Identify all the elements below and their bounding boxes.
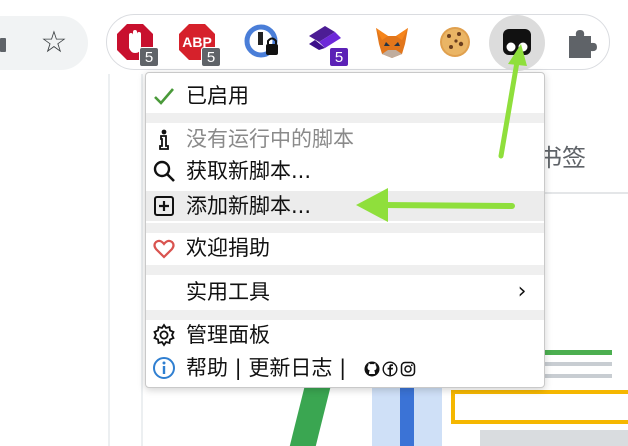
info-icon [153,357,175,379]
menu-item-utilities[interactable]: 实用工具 › [146,277,544,307]
adblock-plus-extension-button[interactable]: ABP 5 [177,22,221,67]
menu-label: 帮助 | 更新日志 | [186,356,347,380]
menu-separator [146,265,544,275]
search-icon [153,160,175,182]
extensions-puzzle-button[interactable] [561,22,601,62]
refresh-lock-icon [244,24,278,58]
menu-label: 没有运行中的脚本 [186,127,354,151]
menu-item-enabled[interactable]: 已启用 [146,81,544,111]
page-rule [540,192,628,194]
layers-badge: 5 [329,47,349,67]
page-illustration-bar [400,384,414,446]
cookie-icon [440,27,470,57]
gear-icon [153,323,175,347]
page-illustration-line [540,362,612,366]
menu-label: 已启用 [186,84,249,108]
script-info-icon [159,129,169,150]
puzzle-icon [569,30,597,58]
page-divider [108,74,110,446]
page-illustration-block [480,430,628,446]
adblock-plus-badge: 5 [201,47,221,67]
menu-item-get-scripts[interactable]: 获取新脚本... [146,156,544,186]
menu-item-no-scripts: 没有运行中的脚本 [146,124,544,154]
page-illustration-line [540,350,612,355]
omnibox-partial-glyph [0,38,6,52]
menu-item-dashboard[interactable]: 管理面板 [146,320,544,350]
menu-label: 获取新脚本... [186,159,312,183]
tampermonkey-extension-button[interactable] [497,22,537,62]
browser-toolbar: ☆ 5 ABP 5 5 [0,0,628,74]
ublock-extension-button[interactable]: 5 [115,22,159,67]
menu-item-donate[interactable]: 欢迎捐助 [146,233,544,263]
page-illustration-frame [451,390,628,424]
page-illustration-line [540,374,612,378]
menu-item-add-script[interactable]: 添加新脚本... [146,191,544,221]
menu-label: 实用工具 [186,280,270,304]
ublock-badge: 5 [139,47,159,67]
heart-icon [153,239,175,259]
metamask-fox-icon [376,28,408,58]
menu-item-help[interactable]: 帮助 | 更新日志 | [146,353,544,383]
layers-extension-button[interactable]: 5 [305,22,349,67]
menu-label: 添加新脚本... [186,194,312,218]
lock-extension-button[interactable] [242,22,282,62]
github-icon[interactable] [364,361,380,377]
bookmarks-text[interactable]: 书签 [538,138,586,173]
metamask-extension-button[interactable] [372,22,412,62]
plus-box-icon [154,196,174,216]
page-divider [141,74,143,446]
menu-label: 欢迎捐助 [186,236,270,260]
menu-separator [146,310,544,320]
menu-separator [146,223,544,233]
cookie-extension-button[interactable] [435,22,475,62]
menu-separator [146,113,544,123]
checkmark-icon [154,88,174,105]
chevron-right-icon: › [517,279,527,304]
facebook-icon[interactable] [382,361,398,377]
instagram-icon[interactable] [400,361,416,377]
tampermonkey-popup-menu: 已启用 没有运行中的脚本 获取新脚本... 添加新脚本... 欢迎捐助 实用工具 [145,72,545,388]
bookmark-star-icon[interactable]: ☆ [38,27,70,59]
tampermonkey-icon [503,29,531,55]
menu-label: 管理面板 [186,323,270,347]
social-links [364,361,420,379]
